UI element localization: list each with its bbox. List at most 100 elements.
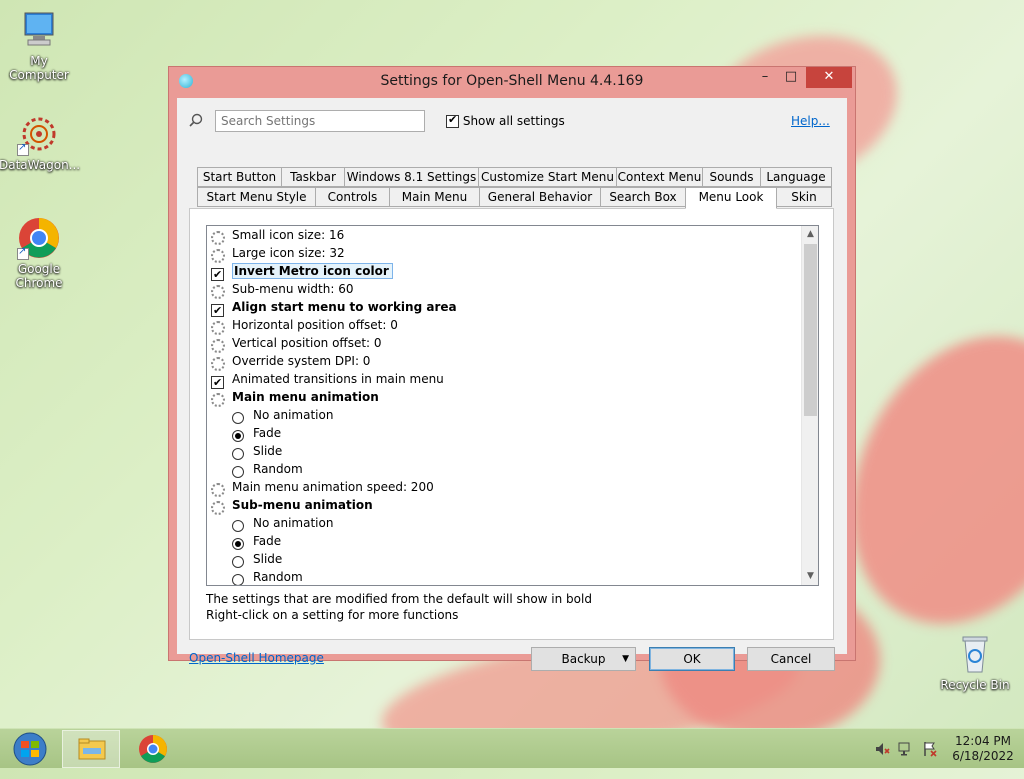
setting-label: Slide <box>253 552 283 566</box>
gear-icon <box>211 285 225 299</box>
tab-skin[interactable]: Skin <box>776 187 832 207</box>
radio-main-no-animation[interactable]: No animation <box>232 406 333 424</box>
taskbar-file-explorer[interactable] <box>62 730 120 768</box>
scroll-down-icon[interactable]: ▼ <box>802 568 818 585</box>
setting-animated-transitions[interactable]: Animated transitions in main menu <box>211 370 444 392</box>
checkbox-icon <box>211 302 224 320</box>
tab-taskbar[interactable]: Taskbar <box>281 167 345 187</box>
tab-search-box[interactable]: Search Box <box>600 187 686 207</box>
setting-align-start-menu[interactable]: Align start menu to working area <box>211 298 457 320</box>
radio-main-slide[interactable]: Slide <box>232 442 282 460</box>
volume-muted-icon[interactable] <box>874 741 890 757</box>
desktop-icon-my-computer[interactable]: My Computer <box>0 8 79 82</box>
radio-icon <box>232 430 244 442</box>
clock-time: 12:04 PM <box>955 734 1011 748</box>
setting-small-icon-size[interactable]: Small icon size: 16 <box>211 226 345 245</box>
setting-label: Large icon size: 32 <box>232 246 345 260</box>
show-all-label: Show all settings <box>462 114 565 128</box>
title-bar[interactable]: Settings for Open-Shell Menu 4.4.169 – □… <box>169 67 855 97</box>
settings-window: Settings for Open-Shell Menu 4.4.169 – □… <box>168 66 856 671</box>
help-link[interactable]: Help... <box>791 114 830 128</box>
radio-sub-no-animation[interactable]: No animation <box>232 514 333 532</box>
checkbox-icon <box>211 374 224 392</box>
gear-icon <box>211 339 225 353</box>
radio-main-fade[interactable]: Fade <box>232 424 281 442</box>
setting-vertical-offset[interactable]: Vertical position offset: 0 <box>211 334 382 353</box>
radio-sub-random[interactable]: Random <box>232 568 303 585</box>
tab-windows-81-settings[interactable]: Windows 8.1 Settings <box>344 167 479 187</box>
radio-sub-fade[interactable]: Fade <box>232 532 281 550</box>
radio-main-random[interactable]: Random <box>232 460 303 478</box>
setting-label: Animated transitions in main menu <box>232 372 444 386</box>
gear-icon <box>211 483 225 497</box>
setting-label: No animation <box>253 408 334 422</box>
setting-horizontal-offset[interactable]: Horizontal position offset: 0 <box>211 316 398 335</box>
setting-main-menu-animation-speed[interactable]: Main menu animation speed: 200 <box>211 478 434 497</box>
setting-main-menu-animation[interactable]: Main menu animation <box>211 388 379 407</box>
setting-sub-menu-animation[interactable]: Sub-menu animation <box>211 496 373 515</box>
close-button[interactable]: ✕ <box>806 67 852 88</box>
cancel-button[interactable]: Cancel <box>747 647 835 671</box>
setting-label: Sub-menu animation <box>232 498 373 512</box>
open-shell-homepage-link[interactable]: Open-Shell Homepage <box>189 651 324 665</box>
dropdown-arrow-icon: ▼ <box>622 654 629 664</box>
tab-menu-look[interactable]: Menu Look <box>685 187 777 209</box>
tab-start-button[interactable]: Start Button <box>197 167 282 187</box>
computer-icon <box>17 8 61 52</box>
scrollbar-thumb[interactable] <box>804 244 817 416</box>
desktop-icon-google-chrome[interactable]: Google Chrome <box>0 216 79 290</box>
tab-start-menu-style[interactable]: Start Menu Style <box>197 187 316 207</box>
setting-label: Override system DPI: 0 <box>232 354 371 368</box>
search-settings-input[interactable] <box>215 110 425 132</box>
desktop-icon-recycle-bin[interactable]: Recycle Bin <box>935 632 1015 692</box>
search-icon <box>189 113 203 127</box>
setting-label: Fade <box>253 426 282 440</box>
setting-label: Align start menu to working area <box>232 300 457 314</box>
desktop-icon-label: DataWagon... <box>0 158 81 172</box>
tab-controls[interactable]: Controls <box>315 187 390 207</box>
chrome-icon <box>17 216 61 260</box>
window-client-area: Show all settings Help... Start Button T… <box>177 98 847 671</box>
setting-sub-menu-width[interactable]: Sub-menu width: 60 <box>211 280 354 299</box>
backup-label: Backup <box>561 652 606 666</box>
radio-icon <box>232 538 244 550</box>
desktop-icon-datawagon[interactable]: DataWagon... <box>0 112 81 172</box>
settings-list[interactable]: Small icon size: 16 Large icon size: 32 … <box>206 225 819 586</box>
tab-sounds[interactable]: Sounds <box>702 167 761 187</box>
tab-customize-start-menu[interactable]: Customize Start Menu <box>478 167 617 187</box>
minimize-button[interactable]: – <box>752 67 778 88</box>
scroll-up-icon[interactable]: ▲ <box>802 226 818 243</box>
datawagon-icon <box>17 112 61 156</box>
tab-context-menu[interactable]: Context Menu <box>616 167 703 187</box>
close-icon: ✕ <box>823 69 835 84</box>
show-all-settings-checkbox[interactable]: Show all settings <box>446 113 565 128</box>
start-button[interactable] <box>6 731 54 767</box>
backup-button[interactable]: Backup ▼ <box>531 647 636 671</box>
ok-button[interactable]: OK <box>649 647 735 671</box>
setting-invert-metro-icon-color[interactable]: Invert Metro icon color <box>211 262 393 284</box>
tab-main-menu[interactable]: Main Menu <box>389 187 480 207</box>
setting-label: Fade <box>253 534 282 548</box>
desktop-icon-label: Recycle Bin <box>940 678 1010 692</box>
system-clock[interactable]: 12:04 PM 6/18/2022 <box>948 734 1018 764</box>
radio-icon <box>232 574 244 585</box>
setting-large-icon-size[interactable]: Large icon size: 32 <box>211 244 345 263</box>
tab-language[interactable]: Language <box>760 167 832 187</box>
settings-scrollbar[interactable]: ▲ ▼ <box>801 226 818 585</box>
setting-label: Small icon size: 16 <box>232 228 345 242</box>
network-icon[interactable] <box>898 741 914 757</box>
setting-label: Random <box>253 462 303 476</box>
gear-icon <box>211 501 225 515</box>
taskbar-chrome[interactable] <box>124 730 182 768</box>
setting-label: Sub-menu width: 60 <box>232 282 354 296</box>
radio-sub-slide[interactable]: Slide <box>232 550 282 568</box>
setting-label: Random <box>253 570 303 584</box>
right-click-note: Right-click on a setting for more functi… <box>206 608 459 622</box>
gear-icon <box>211 393 225 407</box>
maximize-button[interactable]: □ <box>778 67 804 88</box>
setting-override-dpi[interactable]: Override system DPI: 0 <box>211 352 371 371</box>
setting-label: No animation <box>253 516 334 530</box>
radio-icon <box>232 466 244 478</box>
tab-general-behavior[interactable]: General Behavior <box>479 187 601 207</box>
action-center-icon[interactable] <box>922 741 938 757</box>
